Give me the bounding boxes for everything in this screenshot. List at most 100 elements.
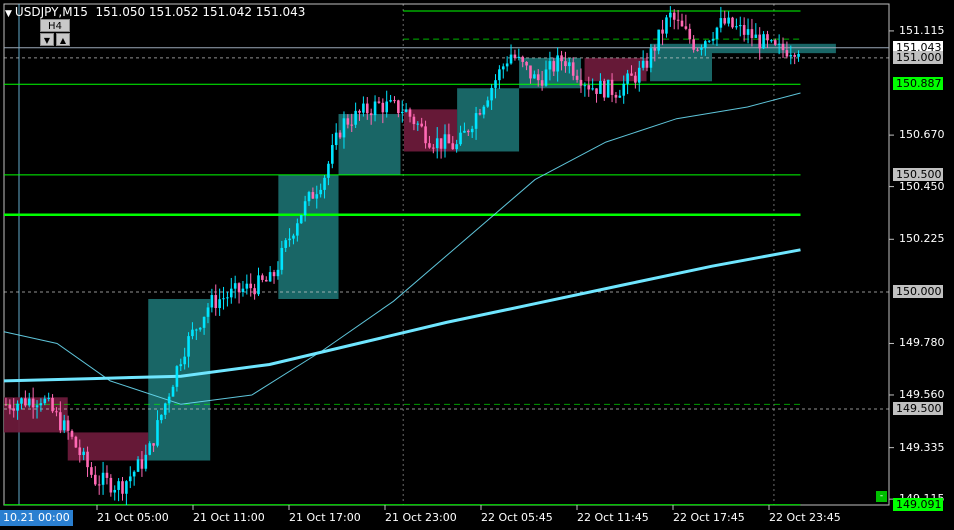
candle-body [257, 275, 260, 295]
candle-body [490, 87, 493, 101]
candle-body [66, 420, 70, 431]
candle-body [773, 40, 777, 45]
candle-body [226, 297, 229, 299]
candle-body [404, 109, 408, 112]
candle-body [727, 17, 730, 24]
candle-body [171, 386, 175, 397]
candle-body [630, 73, 633, 76]
candle-body [568, 62, 571, 67]
price-tick-label: 149.560 [899, 387, 945, 401]
candle-body [711, 38, 715, 41]
candle-body [455, 144, 458, 150]
timeframe-panel: H4 ▼ ▲ [40, 19, 70, 47]
candle-body [470, 128, 474, 133]
candle-body [575, 75, 579, 80]
candle-body [272, 272, 276, 277]
candle-body [299, 215, 303, 224]
candle-body [583, 85, 587, 87]
candle-body [117, 481, 120, 490]
candle-body [59, 412, 62, 431]
candle-body [148, 443, 152, 455]
candle-body [606, 79, 610, 98]
candle-body [334, 132, 338, 146]
candle-body [292, 235, 295, 239]
candle-body [525, 61, 528, 66]
candle-body [637, 67, 641, 83]
candle-body [700, 47, 703, 50]
candle-body [742, 25, 746, 35]
time-tick-label: 22 Oct 05:45 [481, 511, 553, 524]
scroll-down-button[interactable]: ▼ [40, 33, 54, 46]
candle-body [766, 34, 769, 41]
scroll-up-button[interactable]: ▲ [56, 33, 70, 46]
candle-body [501, 66, 505, 70]
candle-body [680, 20, 684, 27]
price-tick-label: 150.450 [899, 179, 945, 193]
candle-body [136, 459, 140, 472]
candle-body [781, 43, 785, 51]
candle-body [319, 189, 322, 195]
moving-average-slow [3, 248, 801, 383]
price-level-label: 150.000 [893, 284, 943, 298]
candle-body [167, 396, 171, 404]
candle-body [214, 295, 218, 309]
candle-body [400, 111, 404, 114]
candle-body [218, 299, 221, 309]
candle-body [20, 398, 23, 404]
time-tick-label: 22 Oct 23:45 [769, 511, 841, 524]
candle-body [385, 101, 389, 113]
chart-menu-icon[interactable]: ▼ [5, 9, 12, 19]
candle-body [27, 398, 31, 406]
candle-body [560, 55, 563, 62]
candle-body [669, 12, 672, 18]
candle-body [241, 288, 245, 293]
candle-body [789, 55, 793, 57]
candle-body [389, 100, 392, 102]
candle-body [253, 288, 256, 295]
candle-body [365, 103, 369, 114]
candle-body [175, 366, 179, 387]
candle-body [684, 26, 688, 29]
candle-body [556, 55, 559, 72]
candle-body [97, 484, 101, 486]
candle-body [311, 192, 315, 199]
candle-body [24, 398, 27, 406]
candle-body [723, 18, 727, 24]
candle-body [163, 403, 167, 415]
candle-body [432, 147, 435, 149]
price-chart[interactable] [0, 0, 954, 530]
candle-body [323, 177, 326, 190]
candle-body [358, 110, 361, 113]
candle-body [521, 56, 524, 62]
candle-body [187, 336, 190, 357]
candle-body [12, 408, 16, 411]
candle-body [777, 43, 781, 45]
candle-body [587, 85, 591, 90]
time-tick-label: 22 Oct 17:45 [673, 511, 745, 524]
timeframe-h4-button[interactable]: H4 [40, 19, 70, 32]
candle-body [86, 451, 89, 468]
candle-body [327, 163, 330, 178]
candle-body [634, 75, 637, 83]
candle-body [661, 29, 664, 34]
candle-body [397, 100, 400, 114]
price-tick-label: 151.115 [899, 23, 945, 37]
candle-body [536, 74, 540, 81]
price-tick-label: 149.335 [899, 440, 945, 454]
candle-body [622, 83, 626, 96]
candle-body [94, 474, 97, 485]
candle-body [618, 95, 622, 98]
candle-body [31, 398, 35, 408]
candle-body [513, 54, 517, 59]
candle-body [331, 145, 334, 164]
candle-body [249, 283, 253, 289]
candle-body [478, 113, 482, 115]
candle-body [233, 283, 237, 289]
candle-body [579, 79, 583, 86]
candle-body [350, 124, 354, 126]
candle-body [467, 130, 470, 133]
candle-body [183, 356, 186, 365]
collapse-button[interactable]: - [876, 491, 887, 502]
candle-body [373, 101, 377, 116]
candle-body [296, 223, 299, 236]
